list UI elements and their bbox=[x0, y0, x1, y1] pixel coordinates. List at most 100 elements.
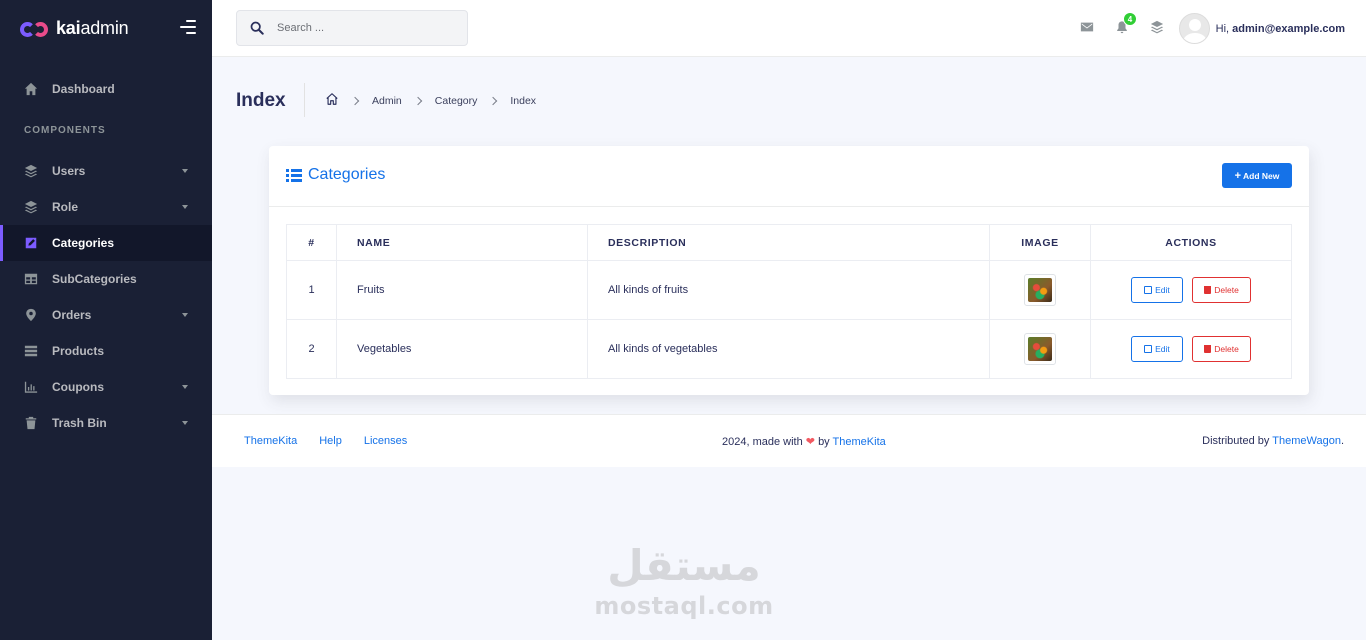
layers-icon[interactable] bbox=[1150, 20, 1164, 34]
topbar-icons: 4 bbox=[1080, 12, 1164, 34]
trash-icon bbox=[1204, 286, 1212, 294]
chevron-down-icon bbox=[182, 169, 188, 173]
logo-icon[interactable] bbox=[20, 20, 52, 38]
menu-toggle-icon[interactable] bbox=[180, 20, 196, 34]
row-number: 2 bbox=[286, 319, 337, 379]
categories-table: # NAME DESCRIPTION IMAGE ACTIONS 1 Fruit… bbox=[286, 224, 1292, 379]
heart-icon: ❤ bbox=[805, 436, 815, 448]
envelope-icon[interactable] bbox=[1080, 20, 1094, 34]
bar-chart-icon bbox=[24, 380, 38, 394]
footer-distributor-link[interactable]: ThemeWagon bbox=[1272, 435, 1341, 447]
footer-distributed: Distributed by ThemeWagon. bbox=[1202, 435, 1344, 447]
sidebar-item-coupons[interactable]: Coupons bbox=[0, 369, 212, 405]
column-header: ACTIONS bbox=[1090, 224, 1292, 261]
row-number: 1 bbox=[286, 260, 337, 320]
sidebar-item-subcategories[interactable]: SubCategories bbox=[0, 261, 212, 297]
sidebar-item-dashboard[interactable]: Dashboard bbox=[0, 71, 212, 107]
sidebar-item-orders[interactable]: Orders bbox=[0, 297, 212, 333]
search-input[interactable] bbox=[277, 22, 447, 34]
category-name: Fruits bbox=[336, 260, 588, 320]
card-header: Categories + Add New bbox=[269, 146, 1309, 207]
category-image bbox=[1024, 274, 1056, 306]
column-header: NAME bbox=[336, 224, 588, 261]
edit-icon bbox=[1144, 345, 1153, 353]
layers-icon bbox=[24, 200, 38, 214]
sidebar-item-users[interactable]: Users bbox=[0, 153, 212, 189]
edit-square-icon bbox=[24, 236, 38, 250]
sidebar-item-label: Categories bbox=[52, 236, 115, 250]
categories-card: Categories + Add New # NAME DESCRIPTION I… bbox=[269, 146, 1309, 395]
sidebar-item-label: Orders bbox=[52, 308, 92, 322]
chevron-right-icon bbox=[489, 96, 498, 105]
user-greeting: Hi, admin@example.com bbox=[1215, 22, 1345, 35]
breadcrumb-item[interactable]: Admin bbox=[372, 95, 402, 107]
sidebar-item-categories[interactable]: Categories bbox=[0, 225, 212, 261]
divider bbox=[304, 83, 305, 117]
avatar[interactable] bbox=[1178, 13, 1210, 44]
chevron-right-icon bbox=[413, 96, 423, 105]
sidebar-nav: Dashboard COMPONENTS Users Role Categori… bbox=[0, 71, 212, 441]
sidebar-item-trash-bin[interactable]: Trash Bin bbox=[0, 405, 212, 441]
chevron-down-icon bbox=[182, 385, 188, 389]
edit-button[interactable]: Edit bbox=[1130, 277, 1183, 303]
footer-link-help[interactable]: Help bbox=[319, 435, 342, 447]
footer-link-themekita[interactable]: ThemeKita bbox=[244, 435, 297, 447]
brand-logo[interactable]: kaiadmin bbox=[56, 18, 129, 39]
footer-copyright: 2024, made with ❤ by ThemeKita bbox=[722, 436, 886, 448]
user-menu[interactable]: Hi, admin@example.com bbox=[1178, 13, 1345, 44]
sidebar-item-role[interactable]: Role bbox=[0, 189, 212, 225]
category-description: All kinds of vegetables bbox=[587, 319, 990, 379]
page-title: Index bbox=[236, 90, 286, 111]
sidebar-item-label: SubCategories bbox=[52, 272, 137, 286]
list-icon bbox=[24, 344, 38, 358]
breadcrumb-item[interactable]: Category bbox=[435, 95, 478, 107]
trash-icon bbox=[24, 416, 38, 430]
sidebar-item-label: Role bbox=[52, 200, 79, 214]
category-name: Vegetables bbox=[336, 319, 588, 379]
sidebar-section-label: COMPONENTS bbox=[24, 124, 106, 136]
home-icon bbox=[24, 82, 38, 96]
sidebar-item-label: Users bbox=[52, 164, 86, 178]
table-icon bbox=[24, 272, 38, 286]
sidebar-item-products[interactable]: Products bbox=[0, 333, 212, 369]
plus-icon: + bbox=[1234, 169, 1242, 182]
card-title: Categories bbox=[286, 166, 385, 184]
logo-bar: kaiadmin bbox=[0, 0, 212, 57]
layers-icon bbox=[24, 164, 38, 178]
sidebar-item-label: Dashboard bbox=[52, 82, 115, 96]
edit-icon bbox=[1144, 286, 1153, 294]
category-description: All kinds of fruits bbox=[587, 260, 990, 320]
sidebar: kaiadmin Dashboard COMPONENTS Users Role… bbox=[0, 0, 212, 640]
trash-icon bbox=[1204, 345, 1212, 353]
footer-link-licenses[interactable]: Licenses bbox=[364, 435, 407, 447]
notification-badge: 4 bbox=[1123, 12, 1137, 26]
chevron-down-icon bbox=[182, 313, 188, 317]
watermark-latin: mostaql.com bbox=[594, 592, 774, 620]
delete-button[interactable]: Delete bbox=[1192, 336, 1252, 362]
delete-button[interactable]: Delete bbox=[1192, 277, 1252, 303]
search-icon[interactable] bbox=[237, 21, 277, 35]
table-row: 1 Fruits All kinds of fruits Edit Delete bbox=[286, 260, 1292, 320]
chevron-right-icon bbox=[350, 96, 360, 105]
sidebar-item-label: Products bbox=[52, 344, 105, 358]
bell-icon[interactable]: 4 bbox=[1115, 12, 1137, 34]
breadcrumb-item[interactable]: Index bbox=[510, 95, 536, 107]
edit-button[interactable]: Edit bbox=[1130, 336, 1183, 362]
add-new-button[interactable]: + Add New bbox=[1222, 163, 1292, 188]
table-row: 2 Vegetables All kinds of vegetables Edi… bbox=[286, 319, 1292, 379]
sidebar-item-label: Trash Bin bbox=[52, 416, 107, 430]
chevron-down-icon bbox=[182, 205, 188, 209]
search-box bbox=[236, 10, 468, 46]
watermark: مستقل mostaql.com bbox=[584, 540, 784, 620]
footer: ThemeKita Help Licenses 2024, made with … bbox=[212, 414, 1366, 467]
footer-links: ThemeKita Help Licenses bbox=[244, 435, 407, 447]
column-header: DESCRIPTION bbox=[587, 224, 990, 261]
footer-credit-link[interactable]: ThemeKita bbox=[833, 436, 886, 448]
list-icon bbox=[286, 168, 302, 182]
chevron-down-icon bbox=[182, 421, 188, 425]
category-image bbox=[1024, 333, 1056, 365]
sidebar-item-label: Coupons bbox=[52, 380, 104, 394]
breadcrumb: Admin Category Index bbox=[325, 92, 536, 109]
home-icon[interactable] bbox=[325, 92, 339, 109]
watermark-arabic: مستقل bbox=[607, 541, 761, 590]
